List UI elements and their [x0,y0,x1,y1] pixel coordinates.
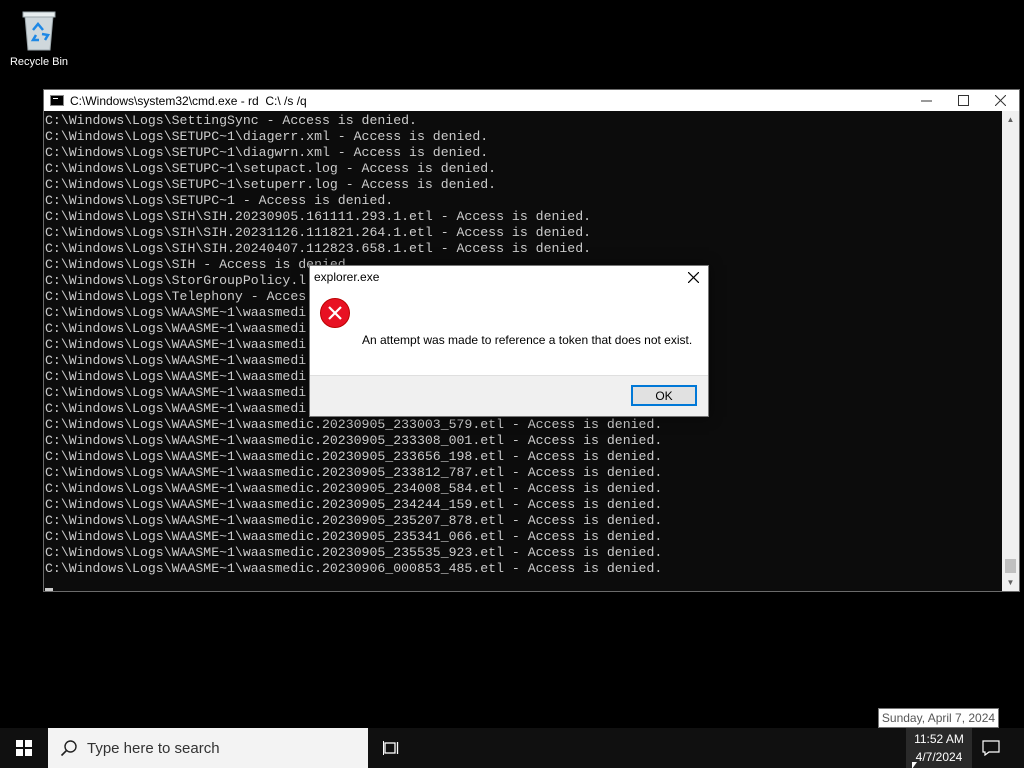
console-line: C:\Windows\Logs\SETUPC~1\diagerr.xml - A… [45,129,489,144]
scroll-up-arrow-icon[interactable]: ▲ [1002,111,1019,128]
recycle-bin-icon [19,6,59,52]
ok-button[interactable]: OK [631,385,697,406]
search-box[interactable]: Type here to search [48,728,368,768]
close-icon [995,95,1006,106]
clock-time: 11:52 AM [914,732,964,746]
scrollbar-thumb[interactable] [1005,559,1016,573]
dialog-message: An attempt was made to reference a token… [362,333,693,347]
console-line: C:\Windows\Logs\WAASME~1\waasmedic.20230… [45,417,663,432]
console-line: C:\Windows\Logs\WAASME~1\waasmedic.20230… [45,433,663,448]
text-cursor [45,588,53,591]
console-line: C:\Windows\Logs\WAASME~1\waasmedic.20230… [45,449,663,464]
dialog-close-button[interactable] [684,268,702,286]
console-line: C:\Windows\Logs\SETUPC~1 - Access is den… [45,193,394,208]
close-icon [687,271,699,283]
notification-icon [982,740,1000,756]
console-line: C:\Windows\Logs\SettingSync - Access is … [45,113,417,128]
console-line: C:\Windows\Logs\WAASME~1\waasmedic.20230… [45,497,663,512]
console-line: C:\Windows\Logs\SETUPC~1\diagwrn.xml - A… [45,145,489,160]
console-line: C:\Windows\Logs\WAASME~1\waasmedic.20230… [45,513,663,528]
mouse-pointer-icon [912,762,917,768]
task-view-icon [383,741,399,755]
scroll-down-arrow-icon[interactable]: ▼ [1002,574,1019,591]
start-button[interactable] [0,728,48,768]
console-line: C:\Windows\Logs\WAASME~1\waasmedic.20230… [45,481,663,496]
dialog-title: explorer.exe [314,270,380,284]
maximize-button[interactable] [945,90,982,111]
console-line: C:\Windows\Logs\SIH\SIH.20240407.112823.… [45,241,592,256]
console-line: C:\Windows\Logs\WAASME~1\waasmedic.20230… [45,545,663,560]
close-button[interactable] [982,90,1019,111]
taskbar: Type here to search 11:52 AM 4/7/2024 [0,728,1024,768]
vertical-scrollbar[interactable]: ▲ ▼ [1002,111,1019,591]
console-line: C:\Windows\Logs\SIH\SIH.20231126.111821.… [45,225,592,240]
clock-date: 4/7/2024 [915,750,963,764]
task-view-button[interactable] [372,728,412,768]
cmd-titlebar[interactable]: C:\Windows\system32\cmd.exe - rd C:\ /s … [44,90,1019,111]
console-line: C:\Windows\Logs\WAASME~1\waasmedic.20230… [45,561,663,576]
minimize-icon [921,100,932,102]
console-line: C:\Windows\Logs\WAASME~1\waasmedic.20230… [45,465,663,480]
console-line: C:\Windows\Logs\WAASME~1\waasmedic.20230… [45,529,663,544]
date-tooltip: Sunday, April 7, 2024 [878,708,999,728]
cmd-title: C:\Windows\system32\cmd.exe - rd C:\ /s … [70,93,307,108]
search-placeholder: Type here to search [87,739,220,757]
console-line: C:\Windows\Logs\SETUPC~1\setuperr.log - … [45,177,497,192]
recycle-bin-shortcut[interactable]: Recycle Bin [6,6,72,68]
error-icon [320,298,350,328]
search-icon [60,740,77,757]
minimize-button[interactable] [908,90,945,111]
console-line: C:\Windows\Logs\SIH\SIH.20230905.161111.… [45,209,592,224]
error-dialog[interactable]: explorer.exe An attempt was made to refe… [309,265,709,417]
cmd-app-icon [50,95,64,106]
maximize-icon [958,95,969,106]
action-center-button[interactable] [976,728,1006,768]
windows-logo-icon [16,740,32,756]
console-line: C:\Windows\Logs\SETUPC~1\setupact.log - … [45,161,497,176]
dialog-body: An attempt was made to reference a token… [310,288,708,376]
dialog-titlebar[interactable]: explorer.exe [310,266,708,288]
recycle-bin-label: Recycle Bin [9,56,69,68]
dialog-footer: OK [310,375,708,416]
